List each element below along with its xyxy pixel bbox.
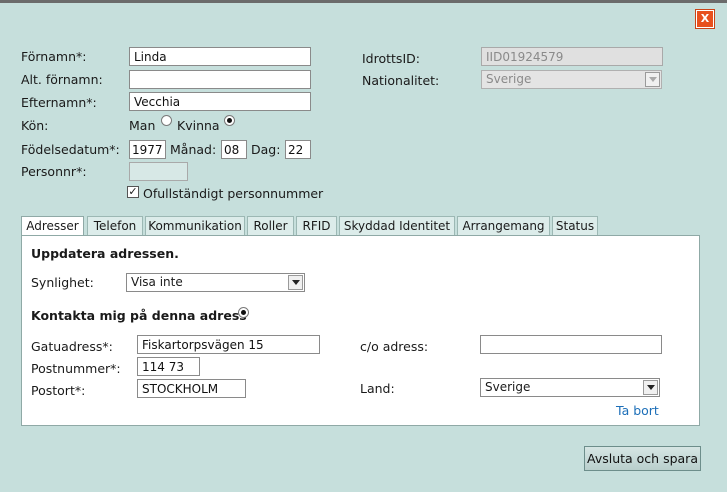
visibility-label: Synlighet: [31, 275, 94, 290]
personnr-label: Personnr*: [21, 164, 87, 179]
chevron-down-icon [288, 275, 303, 290]
birth-day-input[interactable] [285, 140, 311, 159]
co-address-label: c/o adress: [360, 339, 429, 354]
chevron-down-icon [643, 380, 658, 395]
idrottsid-input [481, 47, 663, 66]
gender-kvinna-radio[interactable] [224, 115, 235, 126]
altname-input[interactable] [129, 70, 311, 89]
gender-option-kvinna-label: Kvinna [177, 118, 220, 133]
month-label: Månad: [170, 142, 217, 157]
close-button[interactable]: X [696, 10, 714, 28]
country-value: Sverige [485, 380, 531, 394]
visibility-value: Visa inte [131, 275, 183, 289]
contact-radio[interactable] [238, 307, 249, 318]
tab-kommunikation[interactable]: Kommunikation [145, 216, 245, 236]
nationality-value: Sverige [486, 72, 532, 86]
idrottsid-label: IdrottsID: [362, 51, 420, 66]
lastname-input[interactable] [129, 92, 311, 111]
chevron-down-icon [645, 72, 660, 87]
day-label: Dag: [251, 142, 281, 157]
nationality-select[interactable]: Sverige [481, 70, 662, 89]
tab-status[interactable]: Status [552, 216, 598, 236]
personnr-input[interactable] [129, 162, 188, 181]
gender-option-man-label: Man [129, 118, 156, 133]
zip-label: Postnummer*: [31, 361, 121, 376]
firstname-label: Förnamn*: [21, 49, 87, 64]
co-address-input[interactable] [480, 335, 662, 354]
birth-month-input[interactable] [221, 140, 247, 159]
altname-label: Alt. förnamn: [21, 72, 103, 87]
tab-rfid[interactable]: RFID [296, 216, 337, 236]
visibility-select[interactable]: Visa inte [126, 273, 305, 292]
birthdate-label: Födelsedatum*: [21, 142, 120, 157]
contact-label: Kontakta mig på denna adress [31, 308, 247, 323]
tab-skyddad-identitet[interactable]: Skyddad Identitet [339, 216, 455, 236]
tab-arrangemang[interactable]: Arrangemang [457, 216, 550, 236]
incomplete-personnr-label: Ofullständigt personnummer [143, 186, 324, 201]
remove-address-link[interactable]: Ta bort [616, 403, 659, 419]
firstname-input[interactable] [129, 47, 311, 66]
street-label: Gatuadress*: [31, 339, 113, 354]
country-label: Land: [360, 381, 395, 396]
tab-adresser[interactable]: Adresser [21, 216, 84, 237]
birth-year-input[interactable] [129, 140, 166, 159]
tab-telefon[interactable]: Telefon [87, 216, 143, 236]
address-heading: Uppdatera adressen. [31, 246, 179, 261]
nationality-label: Nationalitet: [362, 73, 440, 88]
tab-roller[interactable]: Roller [247, 216, 294, 236]
window-top-border [0, 0, 727, 3]
gender-man-radio[interactable] [161, 115, 172, 126]
save-and-close-button[interactable]: Avsluta och spara [584, 446, 701, 471]
incomplete-personnr-checkbox[interactable]: ✓ [127, 186, 139, 198]
zip-input[interactable] [137, 357, 200, 376]
city-label: Postort*: [31, 383, 86, 398]
country-select[interactable]: Sverige [480, 378, 660, 397]
city-input[interactable] [137, 379, 246, 398]
gender-label: Kön: [21, 118, 49, 133]
address-panel [21, 235, 700, 426]
street-input[interactable] [137, 335, 320, 354]
lastname-label: Efternamn*: [21, 95, 97, 110]
